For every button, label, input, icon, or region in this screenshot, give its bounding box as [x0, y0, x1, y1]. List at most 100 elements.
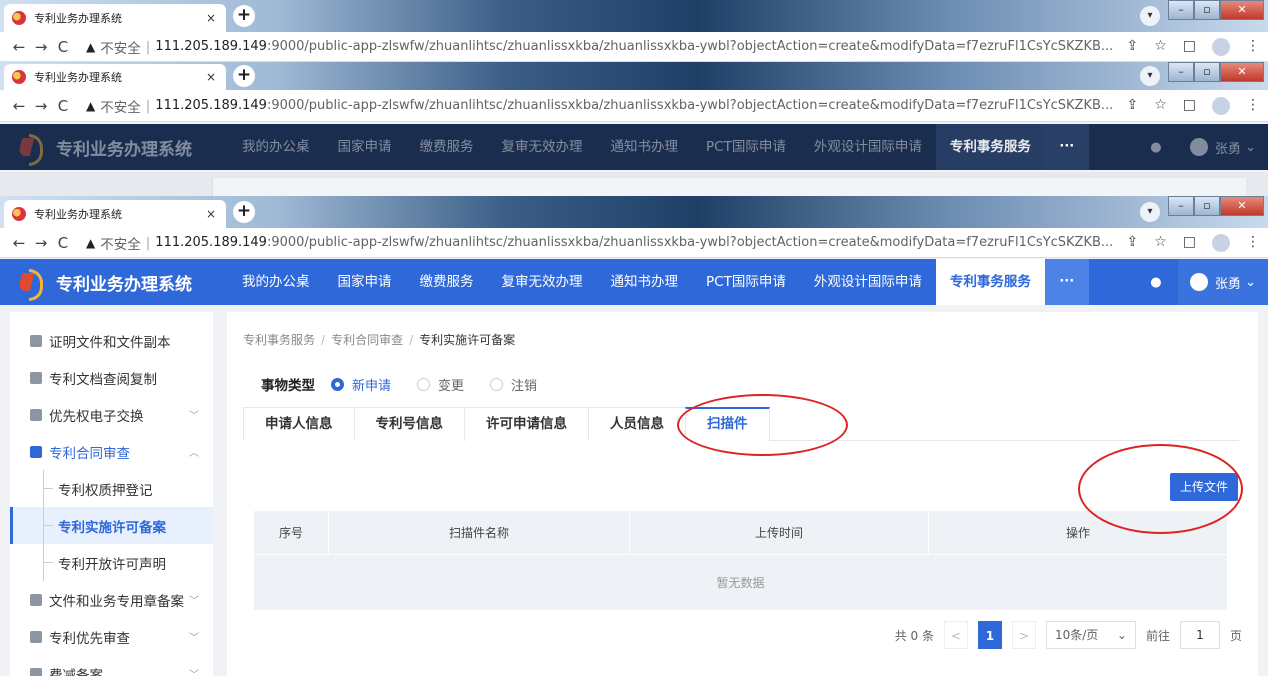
nav-item[interactable]: PCT国际申请: [692, 124, 800, 170]
close-window-button[interactable]: ✕: [1220, 62, 1264, 82]
chevron-down-icon[interactable]: ▾: [1140, 66, 1160, 86]
address-bar[interactable]: ← → C ▲ 不安全 | 111.205.189.149:9000/publi…: [0, 32, 1268, 62]
forward-icon[interactable]: →: [30, 234, 52, 252]
tab-license-application[interactable]: 许可申请信息: [464, 407, 589, 441]
sidebar-subitem-license-record[interactable]: 专利实施许可备案: [10, 507, 213, 544]
radio-change[interactable]: 变更: [417, 375, 464, 394]
sidepanel-icon[interactable]: □: [1183, 38, 1196, 56]
nav-item[interactable]: 缴费服务: [406, 124, 488, 170]
back-icon[interactable]: ←: [8, 234, 30, 252]
minimize-button[interactable]: –: [1168, 196, 1194, 216]
sidebar-item-certificates[interactable]: 证明文件和文件副本: [10, 322, 213, 359]
search-icon[interactable]: ●: [1134, 275, 1178, 290]
url-text[interactable]: 111.205.189.149:9000/public-app-zlswfw/z…: [155, 235, 1114, 250]
url-host: 111.205.189.149: [155, 39, 267, 54]
close-icon[interactable]: ×: [204, 70, 218, 84]
reload-icon[interactable]: C: [52, 234, 74, 252]
chevron-down-icon[interactable]: ▾: [1140, 202, 1160, 222]
nav-item[interactable]: 国家申请: [324, 259, 406, 305]
minimize-button[interactable]: –: [1168, 0, 1194, 20]
maximize-button[interactable]: ▫: [1194, 0, 1220, 20]
share-icon[interactable]: ⇪: [1126, 234, 1138, 252]
goto-page-input[interactable]: 1: [1179, 621, 1220, 649]
nav-item[interactable]: 通知书办理: [597, 124, 693, 170]
breadcrumb-item[interactable]: 专利合同审查: [331, 333, 403, 347]
breadcrumb-item[interactable]: 专利事务服务: [243, 333, 315, 347]
back-icon[interactable]: ←: [8, 38, 30, 56]
sidebar-item-priority-review[interactable]: 专利优先审查 ﹀: [10, 618, 213, 655]
new-tab-button[interactable]: +: [233, 201, 255, 223]
nav-item[interactable]: 我的办公桌: [228, 259, 324, 305]
sidebar-item-archive-copy[interactable]: 专利文档查阅复制: [10, 359, 213, 396]
maximize-button[interactable]: ▫: [1194, 62, 1220, 82]
browser-window-1: 专利业务办理系统 × + ▾ – ▫ ✕ ← → C ▲ 不安全 | 111.205…: [0, 0, 1268, 62]
profile-icon[interactable]: [1212, 96, 1230, 115]
url-text[interactable]: 111.205.189.149:9000/public-app-zlswfw/z…: [155, 98, 1114, 113]
menu-icon[interactable]: ⋮: [1246, 38, 1260, 56]
sidepanel-icon[interactable]: □: [1183, 97, 1196, 115]
radio-new[interactable]: 新申请: [331, 375, 391, 394]
nav-item[interactable]: 通知书办理: [597, 259, 693, 305]
browser-tab-2[interactable]: 专利业务办理系统 ×: [4, 64, 226, 90]
sidepanel-icon[interactable]: □: [1183, 234, 1196, 252]
menu-icon[interactable]: ⋮: [1246, 234, 1260, 252]
nav-item[interactable]: 外观设计国际申请: [800, 124, 936, 170]
chevron-down-icon: ⌄: [1116, 628, 1127, 642]
user-menu[interactable]: 张勇 ⌄: [1178, 124, 1268, 170]
sidebar-item-priority-exchange[interactable]: 优先权电子交换 ﹀: [10, 396, 213, 433]
menu-icon[interactable]: ⋮: [1246, 97, 1260, 115]
star-icon[interactable]: ☆: [1154, 97, 1167, 115]
share-icon[interactable]: ⇪: [1126, 38, 1138, 56]
star-icon[interactable]: ☆: [1154, 38, 1167, 56]
user-menu[interactable]: 张勇 ⌄: [1177, 259, 1268, 305]
close-icon[interactable]: ×: [204, 207, 218, 221]
nav-item[interactable]: 缴费服务: [406, 259, 488, 305]
tab-patent-number[interactable]: 专利号信息: [353, 407, 465, 441]
sidebar-item-fee-reduction[interactable]: 费减备案 ﹀: [10, 655, 213, 676]
minimize-button[interactable]: –: [1168, 62, 1194, 82]
chevron-down-icon[interactable]: ▾: [1140, 6, 1160, 26]
more-menu-button[interactable]: ···: [1044, 124, 1089, 170]
maximize-button[interactable]: ▫: [1194, 196, 1220, 216]
nav-item[interactable]: 外观设计国际申请: [800, 259, 936, 305]
new-tab-button[interactable]: +: [233, 5, 255, 27]
sidebar-subitem-open-license[interactable]: 专利开放许可声明: [10, 544, 213, 581]
browser-tab-3[interactable]: 专利业务办理系统 ×: [4, 200, 226, 228]
close-window-button[interactable]: ✕: [1220, 0, 1264, 20]
tab-applicant[interactable]: 申请人信息: [243, 407, 355, 441]
profile-icon[interactable]: [1212, 233, 1230, 252]
reload-icon[interactable]: C: [52, 38, 74, 56]
forward-icon[interactable]: →: [30, 97, 52, 115]
nav-item[interactable]: 国家申请: [324, 124, 406, 170]
star-icon[interactable]: ☆: [1154, 234, 1167, 252]
close-window-button[interactable]: ✕: [1220, 196, 1264, 216]
radio-cancel[interactable]: 注销: [490, 375, 537, 394]
reload-icon[interactable]: C: [52, 97, 74, 115]
browser-tab[interactable]: 专利业务办理系统 ×: [4, 4, 226, 32]
more-menu-button[interactable]: ···: [1044, 259, 1089, 305]
search-icon[interactable]: ●: [1134, 140, 1178, 155]
nav-item[interactable]: 专利事务服务: [935, 124, 1045, 170]
next-page-button[interactable]: >: [1011, 621, 1036, 649]
address-bar-2[interactable]: ← → C ▲ 不安全 | 111.205.189.149:9000/publi…: [0, 90, 1268, 122]
address-bar-3[interactable]: ← → C ▲ 不安全 | 111.205.189.149:9000/publi…: [0, 228, 1268, 258]
nav-item[interactable]: PCT国际申请: [692, 259, 800, 305]
sidebar-subitem-pledge[interactable]: 专利权质押登记: [10, 470, 213, 507]
page-number[interactable]: 1: [977, 621, 1002, 649]
close-icon[interactable]: ×: [204, 11, 218, 25]
nav-item[interactable]: 专利事务服务: [935, 259, 1045, 305]
share-icon[interactable]: ⇪: [1126, 97, 1138, 115]
new-tab-button[interactable]: +: [233, 65, 255, 87]
page-size-select[interactable]: 10条/页 ⌄: [1045, 621, 1136, 649]
tab-personnel[interactable]: 人员信息: [588, 407, 686, 441]
forward-icon[interactable]: →: [30, 38, 52, 56]
sidebar-item-contract-review[interactable]: 专利合同审查 ︿: [10, 433, 213, 470]
nav-item[interactable]: 复审无效办理: [488, 124, 597, 170]
profile-icon[interactable]: [1212, 37, 1230, 56]
nav-item[interactable]: 复审无效办理: [488, 259, 597, 305]
sidebar-item-seal-record[interactable]: 文件和业务专用章备案 ﹀: [10, 581, 213, 618]
url-text[interactable]: 111.205.189.149:9000/public-app-zlswfw/z…: [155, 39, 1114, 54]
back-icon[interactable]: ←: [8, 97, 30, 115]
nav-item[interactable]: 我的办公桌: [228, 124, 324, 170]
prev-page-button[interactable]: <: [943, 621, 968, 649]
